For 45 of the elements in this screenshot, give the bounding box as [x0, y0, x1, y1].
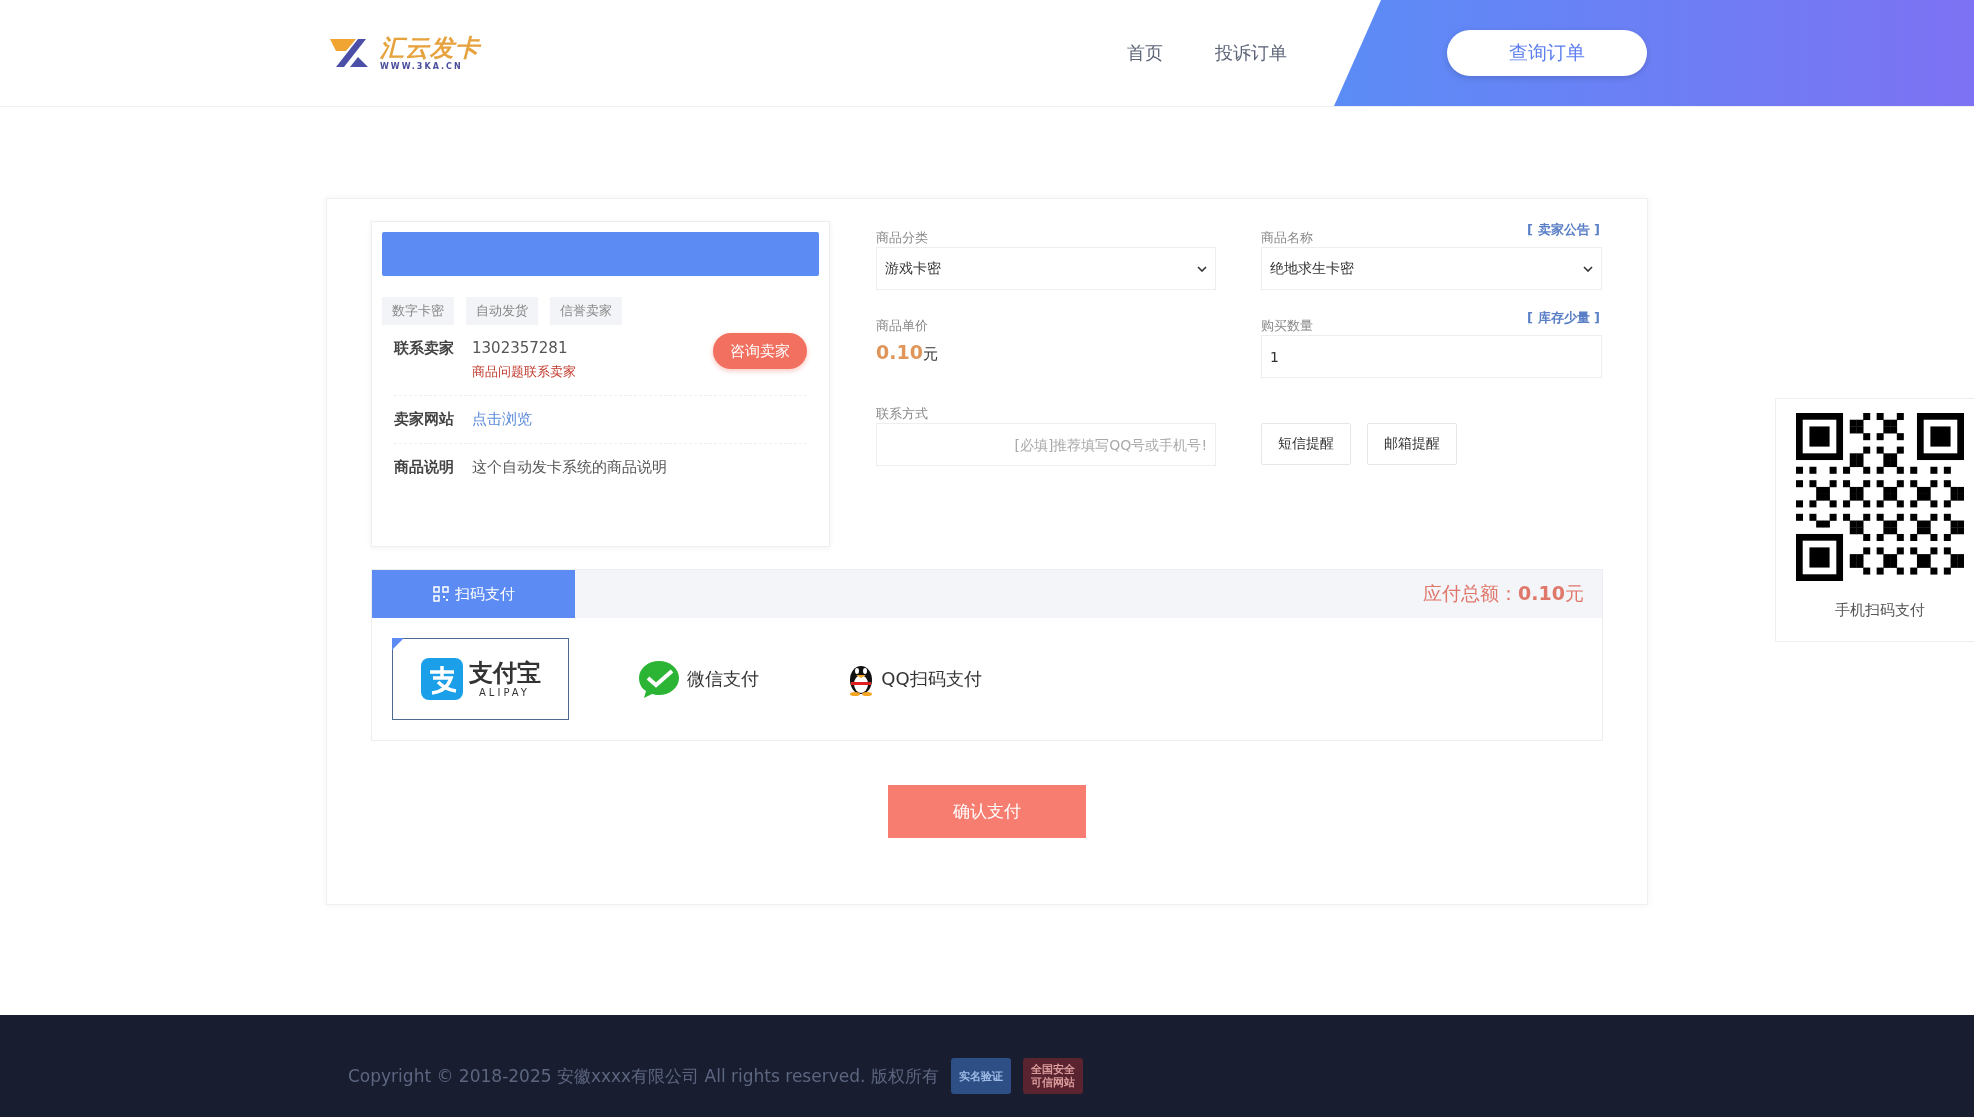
row-label: 卖家网站 — [394, 410, 455, 429]
method-name: 微信支付 — [686, 667, 759, 691]
feature-tag: 自动发货 — [466, 297, 538, 325]
field-label: 联系方式 — [876, 407, 929, 421]
browse-link[interactable]: 点击浏览 — [472, 410, 532, 429]
feature-tag: 数字卡密 — [382, 297, 454, 325]
stock-status-link[interactable]: [ 库存少量 ] — [1527, 309, 1600, 327]
product-description: 这个自动发卡系统的商品说明 — [472, 458, 667, 477]
total-amount: 应付总额：0.10元 — [1423, 581, 1584, 606]
query-order-button[interactable]: 查询订单 — [1447, 30, 1647, 76]
copyright-text: Copyright © 2018-2025 安徽xxxx有限公司 All rights reserved. 版权所有 — [348, 1064, 939, 1088]
trust-badge[interactable]: 全国安全 可信网站 — [1022, 1058, 1083, 1094]
field-label: 商品单价 — [876, 319, 929, 333]
trust-badge[interactable]: 实名验证 — [950, 1058, 1011, 1094]
qr-caption: 手机扫码支付 — [1834, 601, 1925, 620]
selected-corner-mark — [392, 638, 404, 650]
logo-url: WWW.3KA.CN — [380, 62, 464, 71]
nav-link[interactable]: 投诉订单 — [1215, 41, 1287, 65]
method-subtitle: ALIPAY — [479, 687, 530, 698]
product-select[interactable]: 绝地求生卡密 — [1261, 247, 1602, 290]
field-label: 购买数量 — [1261, 319, 1314, 333]
payment-tab[interactable]: 扫码支付 — [372, 570, 575, 618]
dropdown-chevron-icon — [1583, 265, 1593, 272]
qr-code-icon — [432, 586, 449, 602]
unit-price: 0.10元 — [876, 341, 939, 364]
alipay-icon — [420, 658, 463, 700]
row-label: 联系卖家 — [394, 339, 455, 358]
seller-notice-link[interactable]: [ 卖家公告 ] — [1527, 221, 1600, 239]
nav-link[interactable]: 首页 — [1127, 41, 1163, 65]
method-name: QQ扫码支付 — [881, 667, 982, 691]
method-name: 支付宝 — [468, 660, 541, 685]
field-label: 商品名称 — [1261, 231, 1314, 245]
phone-number: 1302357281 — [472, 339, 569, 357]
logo-text: 汇云发卡 — [380, 35, 480, 60]
category-select[interactable]: 游戏卡密 — [876, 247, 1216, 290]
row-label: 商品说明 — [394, 458, 455, 477]
payment-method-option[interactable]: 支付宝 ALIPAY — [392, 638, 569, 720]
quantity-field[interactable]: 1 — [1261, 335, 1602, 378]
reminder-button[interactable]: 邮箱提醒 — [1367, 423, 1457, 465]
dropdown-chevron-icon — [1197, 265, 1207, 272]
field-label: 商品分类 — [876, 231, 929, 245]
feature-tag: 信誉卖家 — [550, 297, 622, 325]
contact-field[interactable]: [必填]推荐填写QQ号或手机号! — [876, 423, 1216, 466]
reminder-button[interactable]: 短信提醒 — [1261, 423, 1351, 465]
contact-note: 商品问题联系卖家 — [472, 363, 576, 381]
